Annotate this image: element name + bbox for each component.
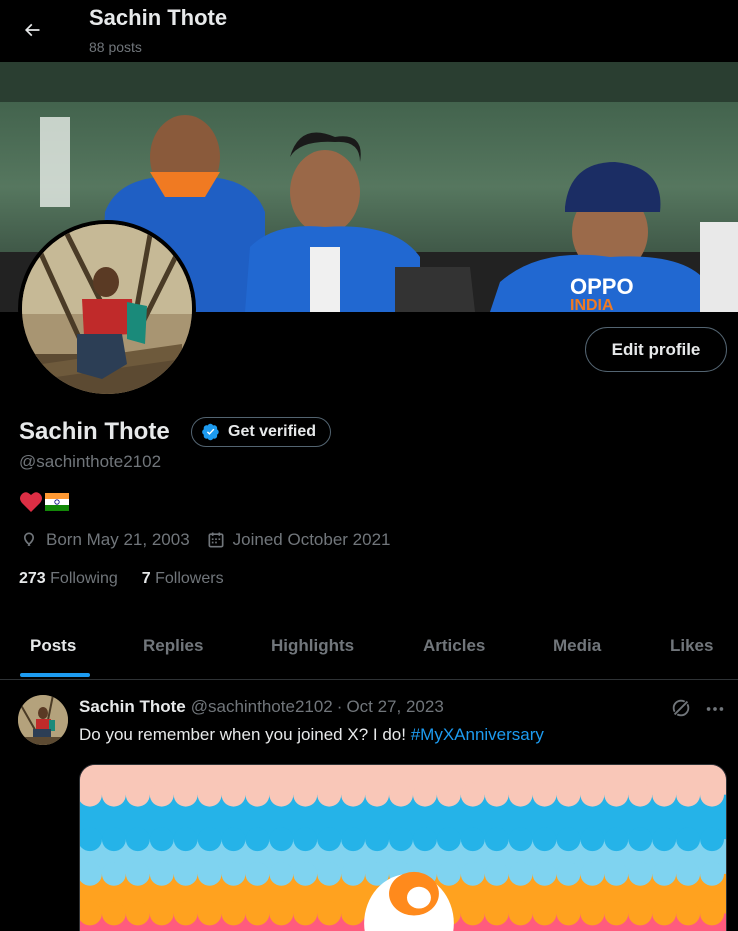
top-header: Sachin Thote 88 posts bbox=[0, 0, 738, 62]
following-label: Following bbox=[50, 570, 118, 587]
post-separator: · bbox=[336, 697, 343, 716]
get-verified-label: Get verified bbox=[228, 423, 317, 440]
birthday-text: Born May 21, 2003 bbox=[46, 530, 190, 549]
header-title: Sachin Thote bbox=[89, 5, 228, 30]
following-count: 273 bbox=[19, 570, 46, 587]
get-verified-button[interactable]: Get verified bbox=[191, 417, 332, 447]
follow-stats: 273 Following 7 Followers bbox=[19, 570, 248, 588]
post-body: Do you remember when you joined X? I do! bbox=[79, 725, 406, 744]
balloon-icon bbox=[24, 532, 34, 546]
post-hashtag[interactable]: #MyXAnniversary bbox=[411, 725, 544, 744]
profile-name: Sachin Thote bbox=[19, 418, 170, 445]
profile-tabs: Posts Replies Highlights Articles Media … bbox=[0, 612, 738, 680]
post-author-avatar[interactable] bbox=[18, 695, 68, 745]
profile-bio bbox=[19, 490, 69, 514]
joined-text: Joined October 2021 bbox=[232, 530, 391, 549]
followers-link[interactable]: 7 Followers bbox=[142, 570, 224, 588]
tab-highlights[interactable]: Highlights bbox=[271, 612, 354, 679]
post-author-name[interactable]: Sachin Thote bbox=[79, 697, 186, 717]
grok-icon[interactable] bbox=[670, 697, 692, 719]
joined-item: Joined October 2021 bbox=[206, 530, 391, 550]
post-media[interactable] bbox=[79, 764, 727, 931]
post-text: Do you remember when you joined X? I do!… bbox=[79, 725, 544, 745]
post-media-image bbox=[80, 765, 726, 931]
back-arrow-icon bbox=[24, 23, 40, 37]
post-avatar-image bbox=[18, 695, 68, 745]
india-flag-icon bbox=[45, 493, 69, 511]
svg-text:INDIA: INDIA bbox=[570, 297, 614, 312]
tab-articles[interactable]: Articles bbox=[423, 612, 485, 679]
tab-posts[interactable]: Posts bbox=[30, 612, 76, 679]
heart-icon bbox=[20, 492, 42, 512]
post-author-handle[interactable]: @sachinthote2102 bbox=[191, 697, 333, 717]
post-date[interactable]: Oct 27, 2023 bbox=[346, 697, 443, 717]
followers-count: 7 bbox=[141, 570, 151, 587]
birthday-item: Born May 21, 2003 bbox=[19, 530, 190, 550]
verified-badge-icon bbox=[202, 423, 219, 441]
active-tab-indicator bbox=[20, 673, 90, 677]
tab-media[interactable]: Media bbox=[553, 612, 601, 679]
tab-replies[interactable]: Replies bbox=[143, 612, 203, 679]
edit-profile-button[interactable]: Edit profile bbox=[585, 327, 727, 372]
svg-text:OPPO: OPPO bbox=[570, 274, 634, 299]
post-header: Sachin Thote @sachinthote2102 · Oct 27, … bbox=[79, 697, 444, 717]
calendar-icon bbox=[208, 532, 224, 548]
profile-avatar[interactable] bbox=[18, 220, 196, 398]
back-button[interactable] bbox=[14, 12, 50, 48]
avatar-image bbox=[22, 224, 192, 394]
following-link[interactable]: 273 Following bbox=[19, 570, 118, 588]
profile-handle: @sachinthote2102 bbox=[19, 452, 162, 471]
tab-likes[interactable]: Likes bbox=[670, 612, 713, 679]
profile-meta: Born May 21, 2003 Joined October 2021 bbox=[19, 530, 407, 550]
more-options-icon[interactable] bbox=[704, 698, 726, 720]
post-count: 88 posts bbox=[89, 39, 142, 55]
followers-label: Followers bbox=[155, 570, 224, 587]
